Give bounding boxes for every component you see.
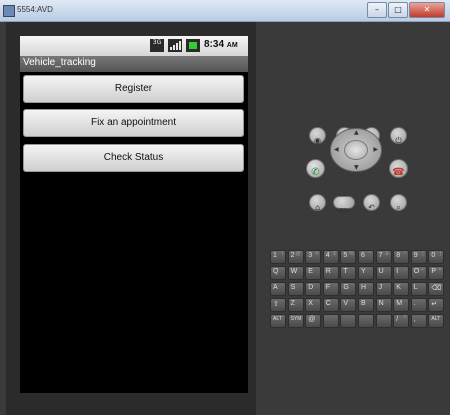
key-p[interactable]: P = [428,266,445,280]
back-icon: ↶ [368,203,375,212]
status-time: 8:34 AM [204,39,238,50]
app-title-bar: Vehicle_tracking [20,56,248,72]
key-r[interactable]: R [322,266,339,280]
key-alt[interactable]: ALT [428,314,445,328]
network-3g-icon: 3G [150,39,164,52]
back-button[interactable]: ↶ [363,194,380,212]
menu-label: MENU [336,208,352,214]
key-t[interactable]: T [340,266,357,280]
key-o[interactable]: O + [410,266,427,280]
key-g[interactable]: G [340,282,357,296]
key-space[interactable] [358,314,374,328]
dpad-left-icon[interactable]: ◀ [334,146,339,153]
key-w[interactable]: W [287,266,304,280]
search-icon: ⌕ [396,203,401,212]
status-bar: 3G 8:34 AM [20,36,248,56]
home-icon: ⌂ [314,203,321,212]
phone-screen: 3G 8:34 AM Vehicle_tracking Register Fix… [20,36,248,393]
dpad[interactable]: ▲ ▼ ◀ ▶ [330,128,382,172]
key-sym[interactable]: ⇧ [270,298,286,312]
key-f[interactable]: F [322,282,339,296]
key-l[interactable]: L [410,282,427,296]
app-window-icon [3,5,15,17]
close-button[interactable]: ✕ [409,2,445,18]
key-space[interactable] [375,314,392,328]
key-6[interactable]: 6 ^ [358,250,374,264]
key-1[interactable]: 1! [270,250,286,264]
power-icon: ⏻ [395,136,402,145]
end-call-icon: ☎ [392,167,405,178]
key-c[interactable]: C [322,298,339,312]
phone-call-icon: ✆ [311,167,320,178]
key-3[interactable]: 3 # [305,250,322,264]
key-sym[interactable]: @ [305,314,322,328]
power-button[interactable]: ⏻ [390,127,407,145]
key-m[interactable]: M [393,298,410,312]
window-controls: – □ ✕ [367,2,445,18]
key-alt[interactable]: ALT [270,314,286,328]
key-u[interactable]: U [375,266,392,280]
key-s[interactable]: S [287,282,304,296]
key-2[interactable]: 2 @ [287,250,304,264]
key-b[interactable]: B [358,298,374,312]
signal-strength-icon [168,39,182,52]
key-sym[interactable]: , [410,314,427,328]
key-sym[interactable]: SYM [287,314,304,328]
end-call-button[interactable]: ☎ [389,159,408,178]
key-space[interactable] [322,314,339,328]
key-8[interactable]: 8 * [393,250,410,264]
dpad-up-icon[interactable]: ▲ [354,129,359,136]
key-0[interactable]: 0) [428,250,445,264]
key-n[interactable]: N [375,298,392,312]
key-7[interactable]: 7 & [375,250,392,264]
key-k[interactable]: K [393,282,410,296]
key-y[interactable]: Y [358,266,374,280]
key-x[interactable]: X [305,298,322,312]
call-button[interactable]: ✆ [306,159,325,178]
key-i[interactable]: I- [393,266,410,280]
key-sym[interactable]: ⌫ [428,282,445,296]
register-button[interactable]: Register [23,75,244,103]
key-v[interactable]: V [340,298,357,312]
window-title-bar: 5554:AVD – □ ✕ [0,0,450,22]
home-button[interactable]: ⌂ [309,194,326,212]
fix-appointment-button[interactable]: Fix an appointment [23,109,244,137]
app-title: Vehicle_tracking [23,57,96,68]
key-j[interactable]: J [375,282,392,296]
key-d[interactable]: D [305,282,322,296]
key-z[interactable]: Z [287,298,304,312]
key-sym[interactable]: . [410,298,427,312]
search-button[interactable]: ⌕ [390,194,407,212]
dpad-right-icon[interactable]: ▶ [373,146,378,153]
key-q[interactable]: Q [270,266,286,280]
battery-icon [186,39,200,52]
dpad-down-icon[interactable]: ▼ [354,164,359,171]
key-e[interactable]: E [305,266,322,280]
check-status-button[interactable]: Check Status [23,144,244,172]
key-sym[interactable]: ↵ [428,298,445,312]
menu-button[interactable]: MENU [333,196,355,214]
key-h[interactable]: H [358,282,374,296]
key-space[interactable] [340,314,357,328]
maximize-button[interactable]: □ [388,2,408,18]
key-9[interactable]: 9( [410,250,427,264]
key-4[interactable]: 4 $ [322,250,339,264]
minimize-button[interactable]: – [367,2,387,18]
dpad-center-button[interactable] [344,140,368,160]
camera-icon: ◉ [314,136,321,145]
key-5[interactable]: 5% [340,250,357,264]
window-title: 5554:AVD [17,5,53,14]
camera-button[interactable]: ◉ [309,127,326,145]
key-a[interactable]: A [270,282,286,296]
key-sym[interactable]: /? [393,314,410,328]
